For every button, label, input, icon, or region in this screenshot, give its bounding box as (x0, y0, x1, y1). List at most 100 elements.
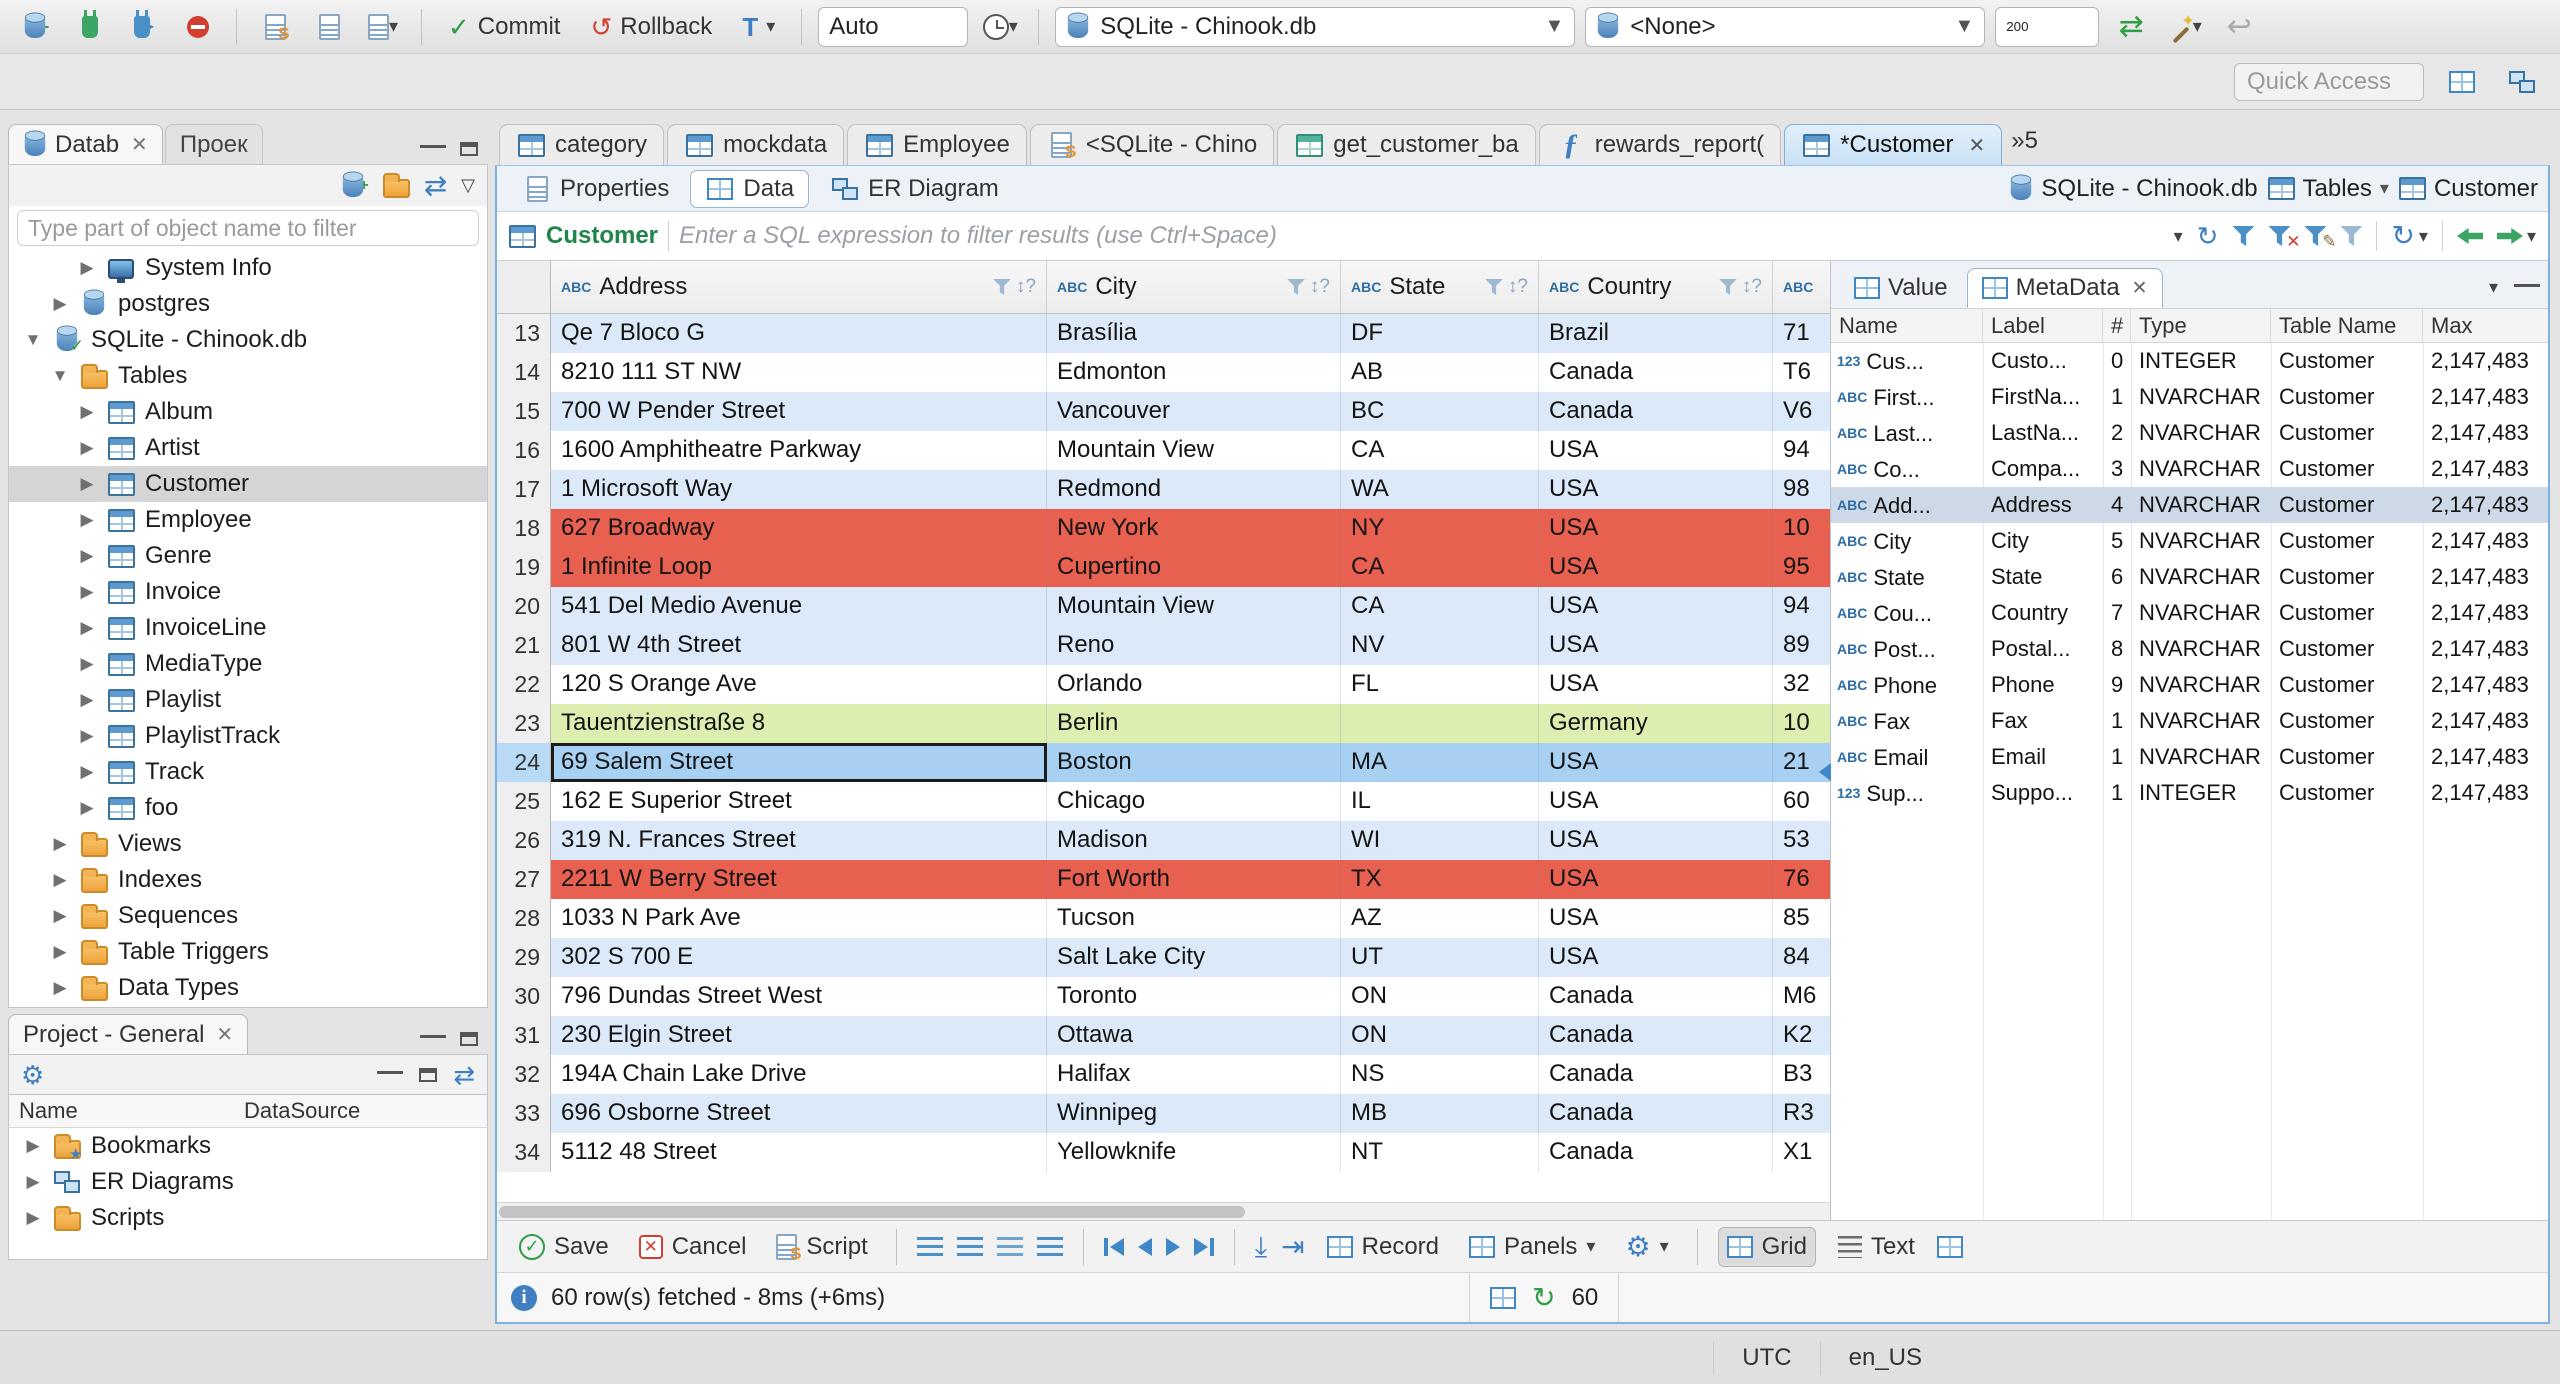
collapse-all-icon[interactable] (377, 1070, 404, 1079)
recent-sql-icon[interactable]: ▾ (361, 6, 405, 48)
cell-state[interactable]: AB (1341, 353, 1539, 392)
tab-project-general[interactable]: Project - General ✕ (8, 1014, 249, 1054)
cell-postalcode[interactable]: K2 (1773, 1016, 1830, 1055)
tree-item[interactable]: ▶ Views (9, 826, 487, 862)
cell-city[interactable]: Ottawa (1047, 1016, 1341, 1055)
row-number[interactable]: 13 (497, 314, 551, 353)
tree-item[interactable]: ▶ MediaType (9, 646, 487, 682)
cell-address[interactable]: 627 Broadway (551, 509, 1047, 548)
cell-postalcode[interactable]: 32 (1773, 665, 1830, 704)
sql-generator-icon[interactable]: ▾ (2163, 6, 2207, 48)
commit-mode-select[interactable]: Auto (818, 6, 969, 47)
scrollbar-thumb[interactable] (499, 1206, 1246, 1218)
cell-city[interactable]: New York (1047, 509, 1341, 548)
connect-icon[interactable] (68, 6, 112, 48)
open-perspective-icon[interactable] (2440, 61, 2484, 103)
metadata-row[interactable]: ABC Add... Address 4 NVARCHAR Customer 2,… (1831, 487, 2548, 523)
new-sql-editor-icon[interactable] (253, 6, 297, 48)
tree-item[interactable]: ▶ Artist (9, 430, 487, 466)
maximize-icon[interactable] (460, 1032, 478, 1046)
row-number[interactable]: 18 (497, 509, 551, 548)
cell-state[interactable]: NY (1341, 509, 1539, 548)
remove-filter-icon[interactable]: ✕ (2268, 226, 2300, 251)
cell-address[interactable]: 194A Chain Lake Drive (551, 1055, 1047, 1094)
object-filter-input[interactable] (17, 210, 479, 246)
cell-country[interactable]: Canada (1539, 1133, 1773, 1172)
cell-state[interactable]: WI (1341, 821, 1539, 860)
tree-item[interactable]: ▶ Customer (9, 466, 487, 502)
minimize-icon[interactable] (420, 145, 446, 153)
first-row-icon[interactable] (1103, 1237, 1124, 1256)
cell-address[interactable]: 1 Microsoft Way (551, 470, 1047, 509)
expand-all-icon[interactable] (419, 1067, 438, 1082)
sort-filter-icons[interactable]: ↕? (991, 276, 1036, 298)
cell-city[interactable]: Mountain View (1047, 587, 1341, 626)
cell-postalcode[interactable]: 84 (1773, 938, 1830, 977)
expand-arrow-icon[interactable]: ▶ (77, 690, 97, 710)
cell-address[interactable]: 5112 48 Street (551, 1133, 1047, 1172)
script-button[interactable]: Script (768, 1227, 875, 1267)
rollback-button[interactable]: ↺ Rollback (580, 6, 722, 48)
expand-arrow-icon[interactable]: ▶ (77, 618, 97, 638)
row-number[interactable]: 31 (497, 1016, 551, 1055)
close-icon[interactable]: ✕ (131, 132, 148, 157)
cell-city[interactable]: Yellowknife (1047, 1133, 1341, 1172)
metadata-row[interactable]: 123 Cus... Custo... 0 INTEGER Customer 2,… (1831, 343, 2548, 379)
col-name[interactable]: Name (1831, 309, 1983, 342)
editor-tab[interactable]: category ✕ (499, 124, 665, 165)
quick-access-input[interactable] (2234, 62, 2424, 101)
cell-address[interactable]: 319 N. Frances Street (551, 821, 1047, 860)
fetch-all-icon[interactable]: ⇥ (1281, 1232, 1304, 1261)
cell-city[interactable]: Vancouver (1047, 392, 1341, 431)
col-ordinal[interactable]: # (2103, 309, 2131, 342)
column-datasource[interactable]: DataSource (244, 1098, 487, 1124)
cell-city[interactable]: Cupertino (1047, 548, 1341, 587)
cell-city[interactable]: Berlin (1047, 704, 1341, 743)
timezone-indicator[interactable]: UTC (1713, 1340, 1819, 1375)
refresh-icon[interactable]: ↻ ▾ (2391, 222, 2428, 250)
expand-arrow-icon[interactable]: ▶ (77, 582, 97, 602)
editor-tab[interactable]: ƒ rewards_report( ✕ (1538, 124, 1782, 165)
close-icon[interactable]: ✕ (2132, 277, 2148, 300)
metadata-row[interactable]: ABC Post... Postal... 8 NVARCHAR Customer… (1831, 631, 2548, 667)
sync-connection-icon[interactable]: ⇄ (2109, 6, 2153, 48)
cell-country[interactable]: Brazil (1539, 314, 1773, 353)
expand-arrow-icon[interactable]: ▶ (77, 258, 97, 278)
tree-item[interactable]: ▶ PlaylistTrack (9, 718, 487, 754)
cell-city[interactable]: Salt Lake City (1047, 938, 1341, 977)
fetch-size-input[interactable] (1995, 6, 2100, 47)
cell-state[interactable]: NT (1341, 1133, 1539, 1172)
cell-country[interactable]: USA (1539, 509, 1773, 548)
tab-database-navigator[interactable]: Datab ✕ (8, 124, 163, 164)
panel-splitter[interactable] (488, 110, 495, 1330)
add-folder-icon[interactable] (382, 173, 410, 198)
cell-city[interactable]: Redmond (1047, 470, 1341, 509)
disconnect-icon[interactable] (176, 6, 220, 48)
tree-item[interactable]: ▶ postgres (9, 286, 487, 322)
cell-state[interactable]: CA (1341, 431, 1539, 470)
cell-country[interactable]: Canada (1539, 1055, 1773, 1094)
row-number[interactable]: 27 (497, 860, 551, 899)
cell-state[interactable]: IL (1341, 782, 1539, 821)
cell-city[interactable]: Winnipeg (1047, 1094, 1341, 1133)
cell-address[interactable]: Tauentzienstraße 8 (551, 704, 1047, 743)
column-header[interactable]: ABC Address ↕? (551, 261, 1047, 313)
cell-address[interactable]: 1600 Amphitheatre Parkway (551, 431, 1047, 470)
cell-city[interactable]: Toronto (1047, 977, 1341, 1016)
panel-menu-icon[interactable]: ▾ (2489, 277, 2498, 298)
expand-arrow-icon[interactable]: ▶ (50, 834, 70, 854)
column-header[interactable]: ABC Country ↕? (1539, 261, 1773, 313)
nav-back-icon[interactable] (2456, 228, 2483, 244)
cell-postalcode[interactable]: 76 (1773, 860, 1830, 899)
cell-state[interactable]: CA (1341, 587, 1539, 626)
cell-address[interactable]: 302 S 700 E (551, 938, 1047, 977)
row-number[interactable]: 24 (497, 743, 551, 782)
cell-postalcode[interactable]: 10 (1773, 704, 1830, 743)
column-name[interactable]: Name (9, 1098, 244, 1124)
metadata-row[interactable]: ABC State State 6 NVARCHAR Customer 2,147… (1831, 559, 2548, 595)
cell-state[interactable]: ON (1341, 977, 1539, 1016)
cell-address[interactable]: 541 Del Medio Avenue (551, 587, 1047, 626)
cancel-button[interactable]: ✕ Cancel (631, 1227, 755, 1267)
editor-tab[interactable]: *Customer ✕ (1784, 124, 2003, 165)
cell-city[interactable]: Edmonton (1047, 353, 1341, 392)
